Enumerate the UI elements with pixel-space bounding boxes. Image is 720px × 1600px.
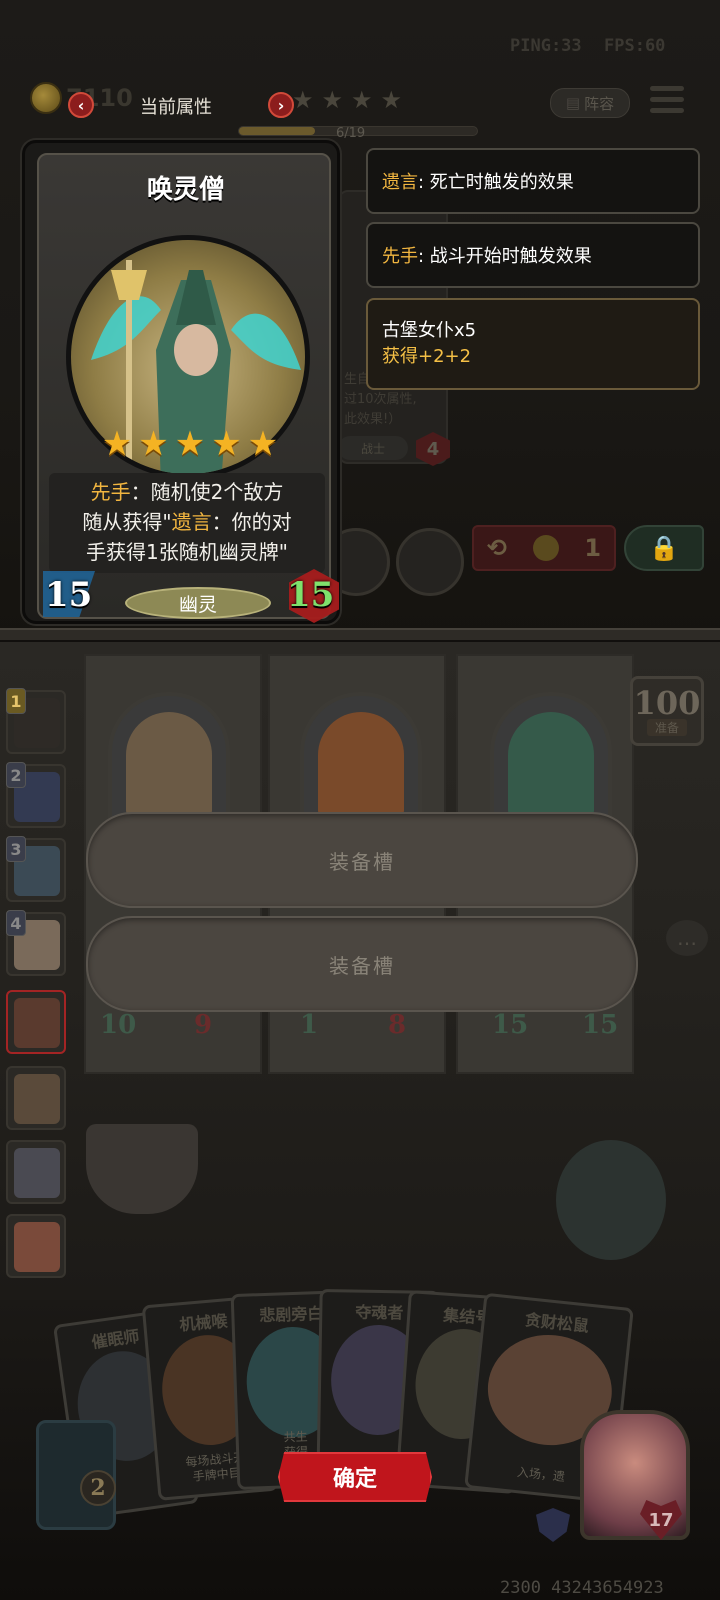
book-icon: ▤ — [565, 94, 581, 112]
star-icon: ★ — [351, 86, 373, 114]
background-card-snippet: 过10次属性, — [344, 392, 417, 407]
minion-health: 8 — [388, 1010, 407, 1040]
player-rank-item[interactable]: 3 — [6, 836, 66, 902]
equipment-slot[interactable]: 装备槽 — [86, 812, 638, 908]
hero-description: 先手：随机使2个敌方 随从获得"遗言：你的对 手获得1张随机幽灵牌" — [49, 473, 325, 573]
minion-portrait — [318, 712, 404, 816]
rank-number: 4 — [6, 910, 26, 936]
star-icon: ★ — [292, 86, 314, 114]
wizard-decoration — [556, 1140, 666, 1260]
rank-number: 2 — [6, 762, 26, 788]
minion-portrait — [508, 712, 594, 816]
refresh-icon: ⟲ — [486, 534, 507, 562]
hero-health: 15 — [287, 575, 335, 615]
player-rank-item[interactable]: 2 — [6, 762, 66, 828]
chevron-left-icon[interactable]: ‹ — [68, 92, 94, 118]
shop-slot-icon — [396, 528, 464, 596]
hero-card-frame: 唤灵僧 ★ ★ ★ ★ ★ 先手：随机使2个敌方 随从获得"遗言：你的对 手获得… — [37, 153, 339, 623]
teacup-decoration — [86, 1124, 198, 1214]
player-rank-item[interactable]: 1 — [6, 688, 66, 754]
star-icon: ★ — [138, 424, 169, 464]
hero-star-row: ★ ★ ★ ★ ★ — [85, 427, 295, 467]
minion-attack: 1 — [300, 1010, 319, 1040]
description-text: 随从获得" — [82, 510, 172, 534]
player-rank-item[interactable] — [6, 1214, 66, 1278]
bonus-source: 古堡女仆x5 — [382, 320, 477, 341]
ready-counter: 100 准备 — [630, 676, 704, 746]
minion-attack: 10 — [100, 1010, 137, 1040]
coin-icon — [532, 535, 559, 561]
menu-icon[interactable] — [650, 86, 684, 116]
star-icon: ★ — [321, 86, 344, 114]
description-text: ：你的对 — [211, 510, 292, 534]
attribute-panel-title: 当前属性 — [140, 97, 212, 118]
star-icon: ★ — [380, 86, 403, 114]
info-text: : 死亡时触发的效果 — [418, 172, 574, 193]
refresh-cost: 1 — [584, 534, 602, 562]
background-card-snippet: 此效果!） — [344, 412, 402, 427]
avatar — [14, 998, 60, 1048]
confirm-button[interactable]: 确定 — [278, 1452, 432, 1502]
minion-health: 9 — [194, 1010, 213, 1040]
hero-attack: 15 — [45, 575, 93, 615]
avatar — [14, 1222, 60, 1272]
player-rank-item[interactable] — [6, 1066, 66, 1130]
tavern-progress-text: 6/19 — [336, 126, 366, 141]
session-id-text: 2300 43243654923 — [500, 1578, 664, 1598]
description-text: 手获得1张随机幽灵牌" — [86, 540, 288, 564]
star-icon: ★ — [101, 424, 133, 464]
rank-number: 3 — [6, 836, 26, 862]
tavern-star-row: ★ ★ ★ ★ — [292, 86, 402, 114]
player-rank-item[interactable] — [6, 1140, 66, 1204]
minion-health: 15 — [582, 1010, 619, 1040]
hero-name: 唤灵僧 — [146, 175, 225, 205]
star-icon: ★ — [174, 424, 206, 464]
avatar — [14, 1148, 60, 1198]
info-keyword: 遗言 — [382, 172, 418, 193]
deck-count: 2 — [80, 1470, 116, 1506]
hero-detail-card: 唤灵僧 ★ ★ ★ ★ ★ 先手：随机使2个敌方 随从获得"遗言：你的对 手获得… — [22, 140, 340, 624]
lock-shop-button[interactable]: 🔒 — [624, 525, 704, 571]
lock-icon: 🔒 — [649, 534, 679, 562]
keyword-info-opening: 先手 : 战斗开始时触发效果 — [366, 222, 700, 288]
star-icon: ★ — [247, 424, 279, 464]
section-divider — [0, 628, 720, 642]
minion-attack: 15 — [492, 1010, 529, 1040]
rank-number: 1 — [6, 688, 26, 714]
hero-tribe: 幽灵 — [125, 587, 271, 619]
description-text: ：随机使2个敌方 — [130, 480, 284, 504]
keyword-info-deathrattle: 遗言 : 死亡时触发的效果 — [366, 148, 700, 214]
equipment-slot[interactable]: 装备槽 — [86, 916, 638, 1012]
gold-coin-icon — [30, 82, 62, 114]
player-rank-item[interactable] — [6, 990, 66, 1054]
keyword-deathrattle: 遗言 — [171, 510, 212, 534]
tavern-progress-fill — [239, 127, 316, 135]
fps-text: FPS:60 — [604, 36, 666, 56]
ready-label: 准备 — [646, 718, 687, 736]
star-icon: ★ — [211, 424, 242, 464]
minion-portrait — [126, 712, 212, 816]
lineup-button[interactable]: ▤ 阵容 — [550, 88, 630, 118]
chat-icon[interactable]: … — [666, 920, 708, 956]
ping-text: PING:33 — [510, 36, 582, 56]
keyword-opening: 先手 — [90, 480, 131, 504]
background-card-tribe: 战士 — [338, 436, 408, 460]
chevron-right-icon[interactable]: › — [268, 92, 294, 118]
lineup-label: 阵容 — [584, 94, 615, 113]
info-text: : 战斗开始时触发效果 — [418, 246, 592, 267]
refresh-shop-button[interactable]: ⟲ 1 — [472, 525, 616, 571]
ready-number: 100 — [633, 683, 701, 722]
info-keyword: 先手 — [382, 246, 418, 267]
bonus-info-box: 古堡女仆x5 获得+2+2 — [366, 298, 700, 390]
bonus-label: 获得 — [382, 346, 418, 367]
player-rank-item[interactable]: 4 — [6, 910, 66, 976]
avatar — [14, 1074, 60, 1124]
bonus-value: +2+2 — [418, 346, 472, 367]
